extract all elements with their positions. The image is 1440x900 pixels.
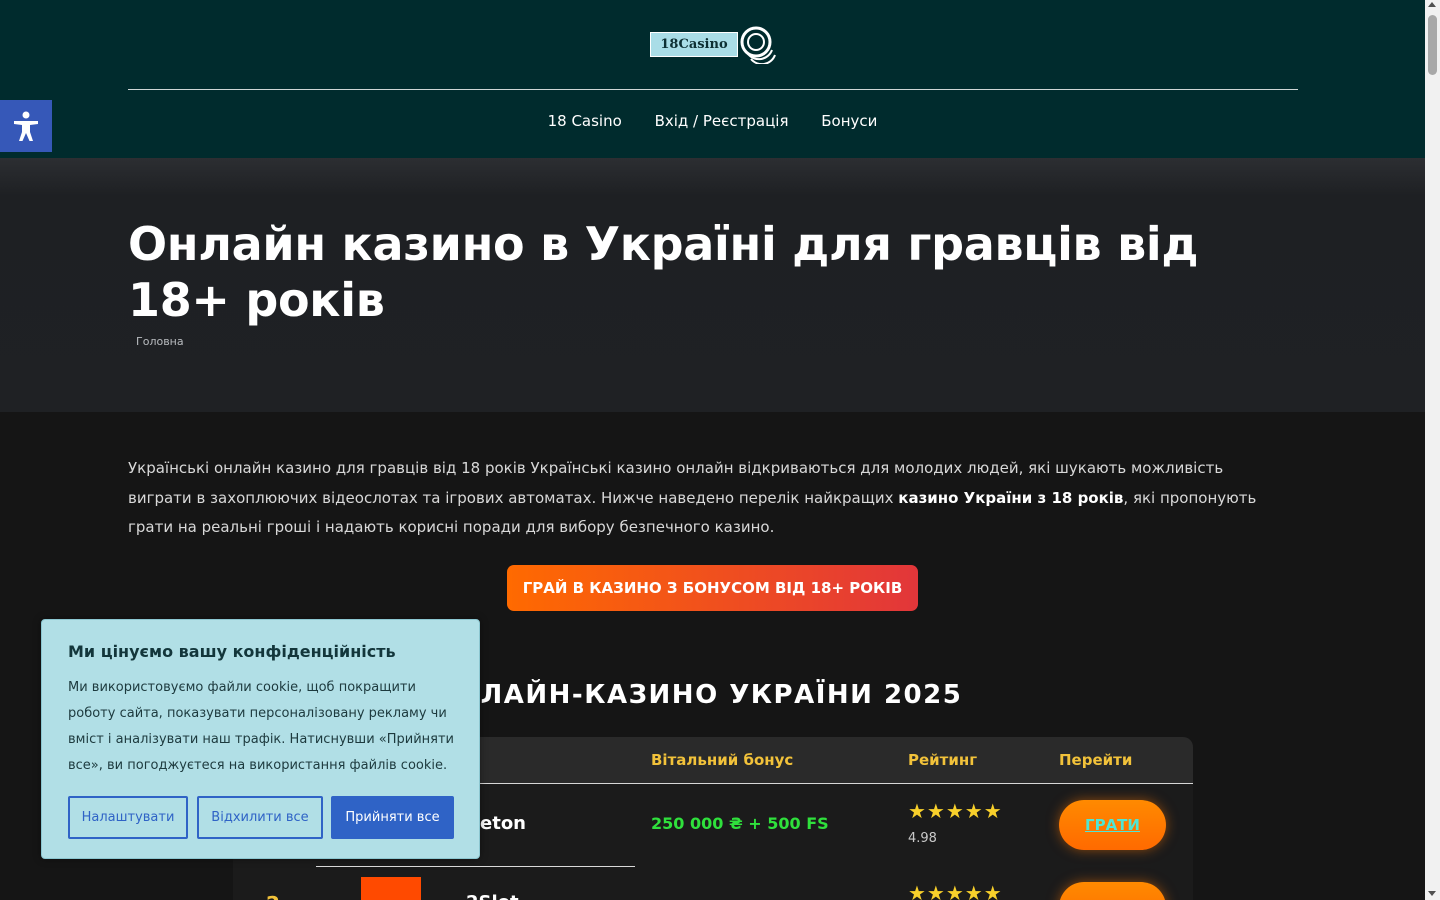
main-nav: 18 Casino Вхід / Реєстрація Бонуси xyxy=(0,112,1425,130)
play-button[interactable]: ГРАТИ xyxy=(1059,800,1166,850)
scrollbar-thumb[interactable] xyxy=(1428,15,1437,75)
cookie-reject-button[interactable]: Відхилити все xyxy=(197,796,323,839)
casino-name[interactable]: 2Slot xyxy=(466,892,519,900)
page-title: Онлайн казино в Україні для гравців від … xyxy=(128,217,1199,327)
cookie-accept-button[interactable]: Прийняти все xyxy=(331,796,454,839)
play-bonus-cta-button[interactable]: ГРАЙ В КАЗИНО З БОНУСОМ ВІД 18+ РОКІВ xyxy=(507,565,918,611)
cookie-title: Ми цінуємо вашу конфіденційність xyxy=(68,642,396,661)
rating-stars: ★★★★★ xyxy=(908,799,1003,823)
logo-text: 18Casino xyxy=(650,32,738,57)
casino-chip-icon xyxy=(740,26,776,64)
header-go: Перейти xyxy=(1059,751,1133,769)
site-logo[interactable]: 18Casino xyxy=(650,26,778,64)
header-rating: Рейтинг xyxy=(908,751,978,769)
accessibility-icon xyxy=(14,111,38,141)
row-divider xyxy=(316,866,635,867)
cookie-consent-dialog: Ми цінуємо вашу конфіденційність Ми вико… xyxy=(41,619,480,859)
nav-item-bonuses[interactable]: Бонуси xyxy=(821,112,877,130)
nav-item-18-casino[interactable]: 18 Casino xyxy=(548,112,622,130)
scroll-up-icon[interactable] xyxy=(1428,2,1436,7)
casino-logo[interactable] xyxy=(361,877,421,900)
welcome-bonus: 250 000 ₴ + 500 FS xyxy=(651,814,829,833)
top-casinos-heading: П ОНЛАЙН-КАЗИНО УКРАЇНИ 2025 xyxy=(400,680,963,710)
casino-rank: 2 xyxy=(266,892,280,900)
rating-score: 4.98 xyxy=(908,831,937,846)
header-bonus: Вітальний бонус xyxy=(651,751,794,769)
cookie-customize-button[interactable]: Налаштувати xyxy=(68,796,188,839)
hero-section: Онлайн казино в Україні для гравців від … xyxy=(0,158,1425,412)
intro-paragraph: Українські онлайн казино для гравців від… xyxy=(128,454,1288,543)
site-header: 18Casino 18 Casino Вхід / Реєстрація Бон… xyxy=(0,0,1425,158)
page-scrollbar[interactable] xyxy=(1425,0,1440,900)
header-divider xyxy=(128,89,1298,90)
breadcrumb[interactable]: Головна xyxy=(136,335,184,348)
rating-stars: ★★★★★ xyxy=(908,881,1003,900)
intro-text-bold: казино України з 18 років xyxy=(898,488,1124,507)
play-button[interactable] xyxy=(1059,882,1166,900)
nav-item-login-register[interactable]: Вхід / Реєстрація xyxy=(655,112,789,130)
cookie-text: Ми використовуємо файли cookie, щоб покр… xyxy=(68,680,455,773)
accessibility-button[interactable] xyxy=(0,100,52,152)
scroll-down-icon[interactable] xyxy=(1428,891,1436,896)
casino-name[interactable]: eton xyxy=(480,813,526,834)
